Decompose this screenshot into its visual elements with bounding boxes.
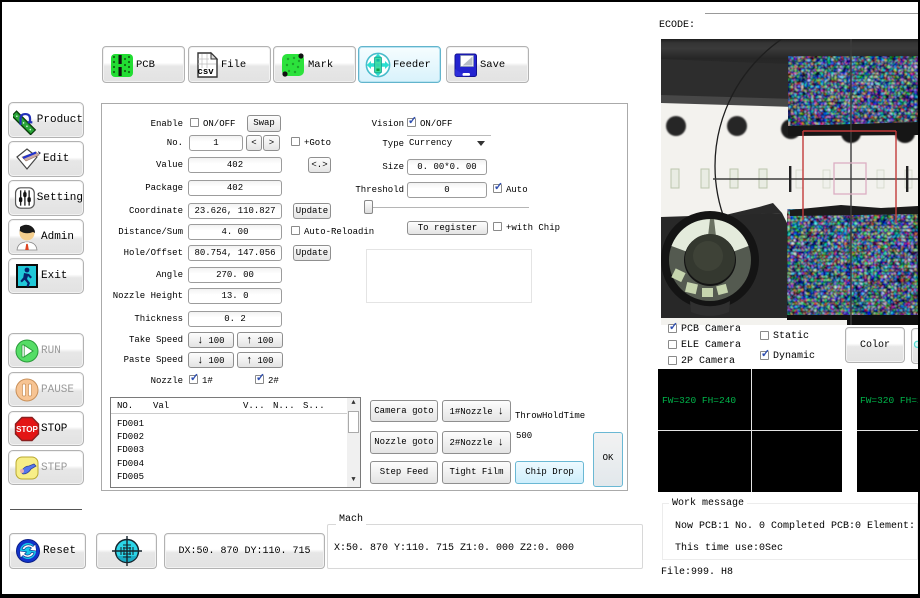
svg-text:csv: csv bbox=[198, 67, 215, 77]
svg-text:STOP: STOP bbox=[16, 425, 38, 434]
